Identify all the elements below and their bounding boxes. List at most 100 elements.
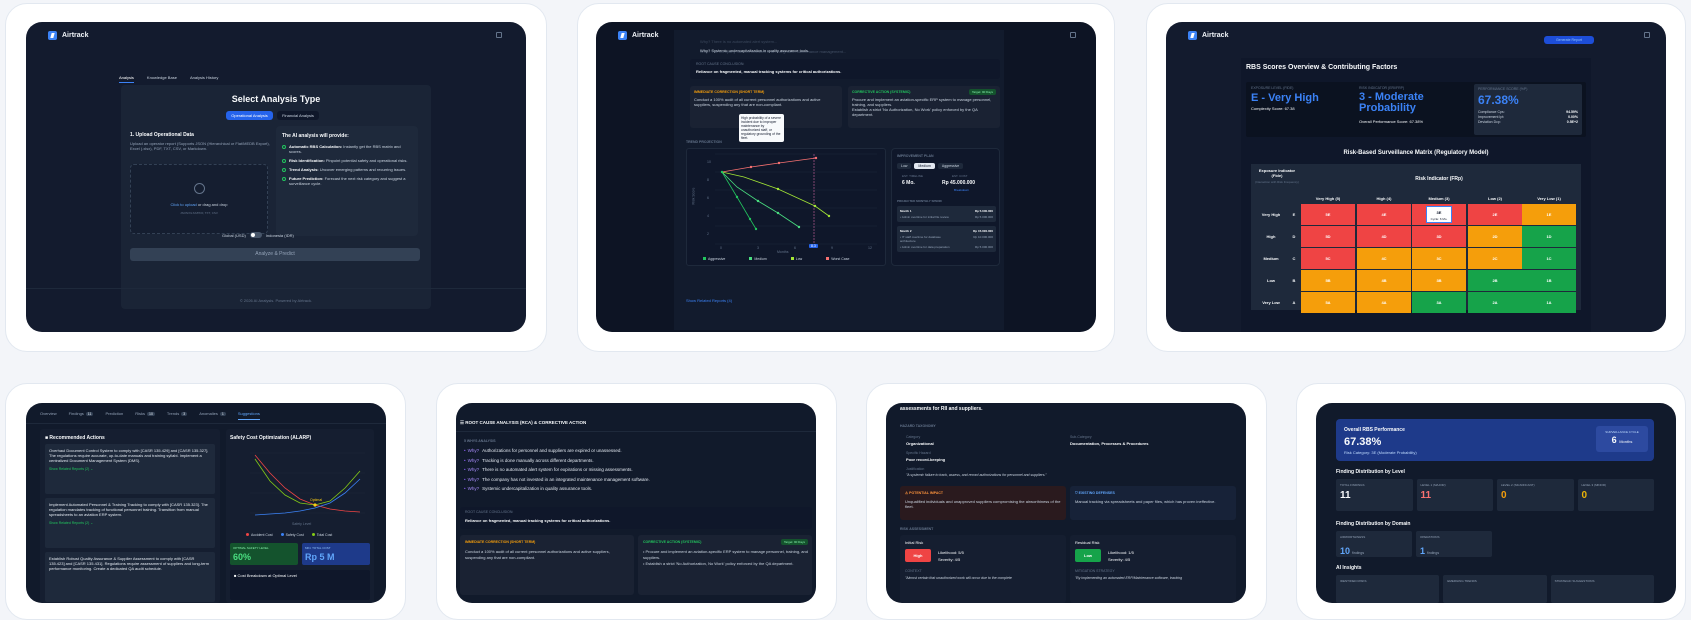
level-stat-box: LEVEL 2 (SIGNIFICANT) 0 xyxy=(1497,479,1574,511)
recommendation-card[interactable]: Overhaul Document Control System to comp… xyxy=(45,444,215,494)
matrix-cell[interactable]: 4C xyxy=(1357,248,1411,269)
tab-knowledge-base[interactable]: Knowledge Base xyxy=(147,75,177,83)
upload-link[interactable]: Click to upload xyxy=(171,202,197,207)
matrix-col-header: Very High (5) xyxy=(1315,196,1341,201)
why-text: Authorizations for personnel and supplie… xyxy=(482,448,622,453)
plan-tab-medium[interactable]: Medium xyxy=(914,163,935,169)
matrix-cell[interactable]: 2A xyxy=(1468,292,1522,313)
matrix-cell[interactable]: 1E xyxy=(1522,204,1576,225)
legend-item: Worst Case xyxy=(826,257,849,261)
matrix-highlight-cell[interactable]: 3E Cycle: 6 Mo. xyxy=(1426,206,1452,223)
trend-point[interactable] xyxy=(720,170,724,174)
tab-risks[interactable]: Risks 10 xyxy=(135,411,155,420)
matrix-cell[interactable]: 4A xyxy=(1357,292,1411,313)
show-related-link[interactable]: Show Related Reports (2) ⌄ xyxy=(49,521,211,525)
trend-point[interactable] xyxy=(748,217,752,221)
matrix-cell[interactable]: 1C xyxy=(1522,248,1576,269)
window-icon[interactable] xyxy=(1644,32,1650,38)
def-label-text: EXISTING DEFENSES xyxy=(1078,491,1115,495)
dom-title: Finding Distribution by Domain xyxy=(1336,521,1411,527)
analyze-predict-button[interactable]: Analyze & Predict xyxy=(130,248,420,261)
matrix-cell[interactable]: 2D xyxy=(1468,226,1522,247)
why-bullet: • xyxy=(464,486,466,491)
cost-breakdown-box[interactable]: ■ Cost Breakdown at Optimal Level xyxy=(230,570,370,600)
corrective-item-1: Procure and implement an aviation-specif… xyxy=(852,97,992,107)
matrix-cell[interactable]: 3E Cycle: 6 Mo. xyxy=(1412,204,1466,225)
matrix-cell[interactable]: 5E xyxy=(1301,204,1355,225)
matrix-cell[interactable]: 4D xyxy=(1357,226,1411,247)
plan-tab-low[interactable]: Low xyxy=(897,163,912,169)
kpi-perf-value: 67.38% xyxy=(1478,93,1519,107)
breakdown-link[interactable]: Breakdown xyxy=(954,188,969,192)
matrix-cell[interactable]: 1A xyxy=(1522,292,1576,313)
generate-report-button[interactable]: Generate Report xyxy=(1544,36,1594,44)
window-icon[interactable] xyxy=(1070,32,1076,38)
month-row-value: Rp 10.000.000 xyxy=(973,235,993,239)
trend-point[interactable] xyxy=(756,199,760,203)
matrix-cell[interactable]: 3D xyxy=(1412,226,1466,247)
recommendation-card[interactable]: Implement Automated Personnel & Training… xyxy=(45,498,215,548)
legend-swatch xyxy=(790,257,794,260)
screen-rca-detail: ☰ ROOT CAUSE ANALYSIS (RCA) & CORRECTIVE… xyxy=(456,403,816,603)
tab-label: Prediction xyxy=(105,411,124,416)
matrix-cell[interactable]: 5A xyxy=(1301,292,1355,313)
matrix-cell[interactable]: 1D xyxy=(1522,226,1576,247)
trend-point[interactable] xyxy=(777,161,781,165)
matrix-cell[interactable]: 2E xyxy=(1468,204,1522,225)
plan-tab-aggressive[interactable]: Aggressive xyxy=(937,163,964,169)
residual-risk-box: Residual Risk Low Likelihood: 1/5 Severi… xyxy=(1070,535,1236,603)
matrix-cell[interactable]: 2C xyxy=(1468,248,1522,269)
tab-overview[interactable]: Overview xyxy=(40,411,57,420)
mit-text: "By implementing an automated ERP/Mainte… xyxy=(1075,576,1183,580)
trend-point[interactable] xyxy=(814,156,818,160)
x-badge[interactable]: 8.3 xyxy=(809,244,818,248)
trend-point[interactable] xyxy=(749,165,753,169)
corr-item-2-text: Establish a strict 'No Authorization, No… xyxy=(645,561,794,566)
tab-analysis-history[interactable]: Analysis History xyxy=(190,75,218,83)
tab-analysis[interactable]: Analysis xyxy=(119,75,134,83)
matrix-cell[interactable]: 1B xyxy=(1522,270,1576,291)
tab-label: Trends xyxy=(166,411,180,416)
matrix-cell[interactable]: 5B xyxy=(1301,270,1355,291)
tab-trends[interactable]: Trends 3 xyxy=(166,411,188,420)
trend-point[interactable] xyxy=(735,195,739,199)
matrix-cell[interactable]: 4B xyxy=(1357,270,1411,291)
series-low xyxy=(721,171,830,217)
tab-findings[interactable]: Findings 11 xyxy=(69,411,94,420)
trend-point[interactable] xyxy=(813,204,817,208)
operational-analysis-button[interactable]: Operational Analysis xyxy=(226,111,273,120)
financial-analysis-button[interactable]: Financial Analysis xyxy=(277,111,319,120)
exposure-header: Exposure Indicator (Fide) xyxy=(1258,168,1296,178)
matrix-cell[interactable]: 3B xyxy=(1412,270,1466,291)
show-related-link[interactable]: Show Related Reports (2) ⌄ xyxy=(49,467,211,471)
tab-suggestions[interactable]: Suggestions xyxy=(237,411,260,420)
upload-formats: JSON/XLSX/PDF, TXT, CSV xyxy=(180,211,218,215)
tab-prediction[interactable]: Prediction xyxy=(105,411,123,420)
currency-toggle[interactable] xyxy=(249,232,262,238)
window-icon[interactable] xyxy=(496,32,502,38)
airtrack-logo-icon xyxy=(1188,30,1197,40)
matrix-cell[interactable]: 2B xyxy=(1468,270,1522,291)
tab-anomalies[interactable]: Anomalies 1 xyxy=(199,411,226,420)
min-cost-label: MIN. TOTAL COST xyxy=(305,546,331,550)
matrix-cell[interactable]: 5D xyxy=(1301,226,1355,247)
trend-point[interactable] xyxy=(827,214,831,218)
show-related-link[interactable]: Show Related Reports (4) xyxy=(686,298,732,303)
recommendation-card[interactable]: Establish Robust Quality Assurance & Sup… xyxy=(45,552,215,602)
alarp-legend: Accident Cost Safety Cost Total Cost xyxy=(246,533,332,537)
trend-point[interactable] xyxy=(776,187,780,191)
page-title: Select Analysis Type xyxy=(231,94,321,104)
upload-dropzone[interactable]: Click to upload or drag and drop JSON/XL… xyxy=(130,164,268,234)
trend-point[interactable] xyxy=(797,225,801,229)
matrix-cell[interactable]: 5C xyxy=(1301,248,1355,269)
x-tick: 0 xyxy=(720,246,722,250)
trend-point[interactable] xyxy=(754,227,758,231)
app-name: Airtrack xyxy=(632,31,659,39)
ai-provides-item: Trend Analysis: Uncover emerging pattern… xyxy=(282,167,412,172)
legend-swatch xyxy=(826,257,830,260)
target-badge: Target: 90 Days xyxy=(968,89,996,95)
matrix-cell[interactable]: 4E xyxy=(1357,204,1411,225)
matrix-cell[interactable]: 3A xyxy=(1412,292,1466,313)
trend-point[interactable] xyxy=(776,211,780,215)
matrix-cell[interactable]: 3C xyxy=(1412,248,1466,269)
